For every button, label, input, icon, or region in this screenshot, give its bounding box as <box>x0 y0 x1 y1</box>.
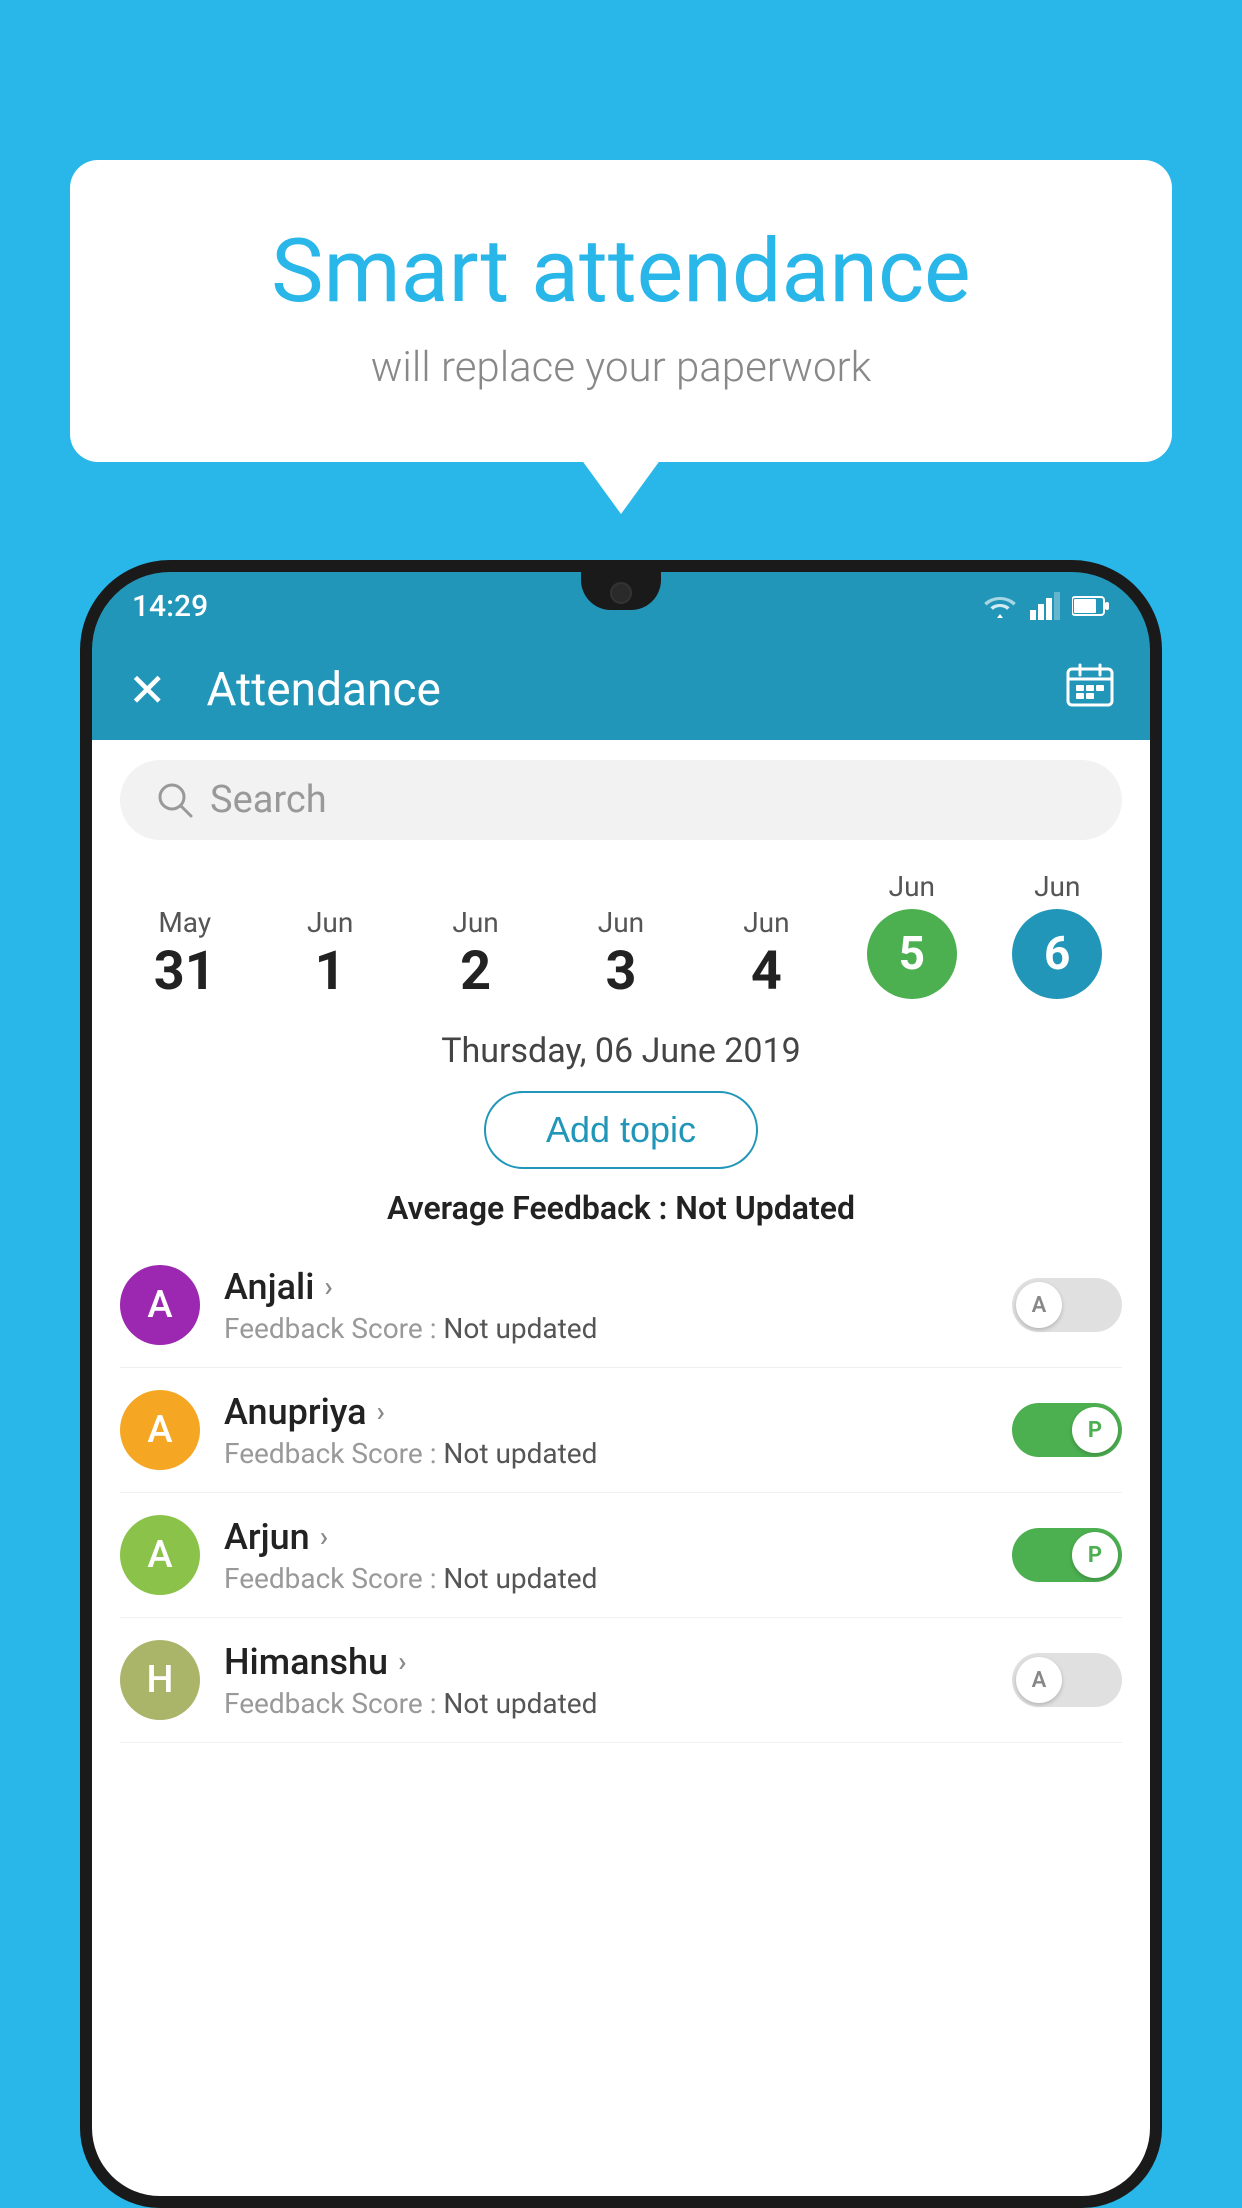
phone-frame: 14:29 <box>80 560 1162 2208</box>
date-item-jun1[interactable]: Jun 1 <box>257 906 402 1009</box>
student-info-arjun: Arjun › Feedback Score : Not updated <box>224 1516 988 1595</box>
student-info-anjali: Anjali › Feedback Score : Not updated <box>224 1266 988 1345</box>
chevron-icon: › <box>398 1645 406 1678</box>
student-item-anupriya[interactable]: A Anupriya › Feedback Score : Not update… <box>120 1368 1122 1493</box>
search-icon <box>156 781 194 819</box>
battery-icon <box>1072 594 1110 618</box>
calendar-icon[interactable] <box>1066 663 1114 718</box>
avg-feedback-label: Average Feedback : <box>387 1189 667 1227</box>
student-item-anjali[interactable]: A Anjali › Feedback Score : Not updated … <box>120 1243 1122 1368</box>
date-item-may31[interactable]: May 31 <box>112 906 257 1009</box>
student-name-himanshu: Himanshu <box>224 1641 388 1683</box>
speech-bubble-subtext: will replace your paperwork <box>150 343 1092 392</box>
student-info-anupriya: Anupriya › Feedback Score : Not updated <box>224 1391 988 1470</box>
student-name-anjali: Anjali <box>224 1266 314 1308</box>
student-name-arjun: Arjun <box>224 1516 310 1558</box>
toggle-arjun[interactable]: P <box>1012 1528 1122 1582</box>
date-item-jun6[interactable]: Jun 6 <box>985 870 1130 1009</box>
speech-bubble: Smart attendance will replace your paper… <box>70 160 1172 462</box>
student-avatar-himanshu: H <box>120 1640 200 1720</box>
app-title: Attendance <box>207 663 1066 717</box>
chevron-icon: › <box>324 1270 332 1303</box>
date-item-jun2[interactable]: Jun 2 <box>403 906 548 1009</box>
date-item-jun4[interactable]: Jun 4 <box>694 906 839 1009</box>
toggle-himanshu[interactable]: A <box>1012 1653 1122 1707</box>
search-placeholder: Search <box>210 778 327 822</box>
student-item-arjun[interactable]: A Arjun › Feedback Score : Not updated P <box>120 1493 1122 1618</box>
student-avatar-anupriya: A <box>120 1390 200 1470</box>
search-bar[interactable]: Search <box>120 760 1122 840</box>
app-header: ✕ Attendance <box>92 640 1150 740</box>
date-item-jun3[interactable]: Jun 3 <box>548 906 693 1009</box>
feedback-value-anupriya: Not updated <box>443 1437 597 1470</box>
student-avatar-arjun: A <box>120 1515 200 1595</box>
chevron-icon: › <box>377 1395 385 1428</box>
speech-bubble-container: Smart attendance will replace your paper… <box>70 160 1172 462</box>
wifi-icon <box>982 592 1018 620</box>
signal-icon <box>1030 592 1060 620</box>
close-button[interactable]: ✕ <box>128 663 167 718</box>
student-info-himanshu: Himanshu › Feedback Score : Not updated <box>224 1641 988 1720</box>
chevron-icon: › <box>320 1520 328 1553</box>
student-item-himanshu[interactable]: H Himanshu › Feedback Score : Not update… <box>120 1618 1122 1743</box>
avg-feedback-value: Not Updated <box>675 1189 855 1227</box>
speech-bubble-heading: Smart attendance <box>150 220 1092 323</box>
student-list: A Anjali › Feedback Score : Not updated … <box>92 1243 1150 1743</box>
add-topic-button[interactable]: Add topic <box>484 1091 758 1169</box>
date-item-jun5[interactable]: Jun 5 <box>839 870 984 1009</box>
toggle-anupriya[interactable]: P <box>1012 1403 1122 1457</box>
selected-date-info: Thursday, 06 June 2019 <box>92 1009 1150 1081</box>
toggle-anjali[interactable]: A <box>1012 1278 1122 1332</box>
status-icons <box>982 592 1110 620</box>
date-strip: May 31 Jun 1 Jun 2 Jun 3 <box>92 850 1150 1009</box>
feedback-value-himanshu: Not updated <box>443 1687 597 1720</box>
avg-feedback: Average Feedback : Not Updated <box>92 1179 1150 1243</box>
front-camera <box>610 582 632 604</box>
feedback-value-anjali: Not updated <box>443 1312 597 1345</box>
student-name-anupriya: Anupriya <box>224 1391 367 1433</box>
status-time: 14:29 <box>132 589 208 624</box>
phone-inner: 14:29 <box>92 572 1150 2196</box>
student-avatar-anjali: A <box>120 1265 200 1345</box>
screen-content: Search May 31 Jun 1 Jun 2 <box>92 740 1150 2196</box>
feedback-value-arjun: Not updated <box>443 1562 597 1595</box>
